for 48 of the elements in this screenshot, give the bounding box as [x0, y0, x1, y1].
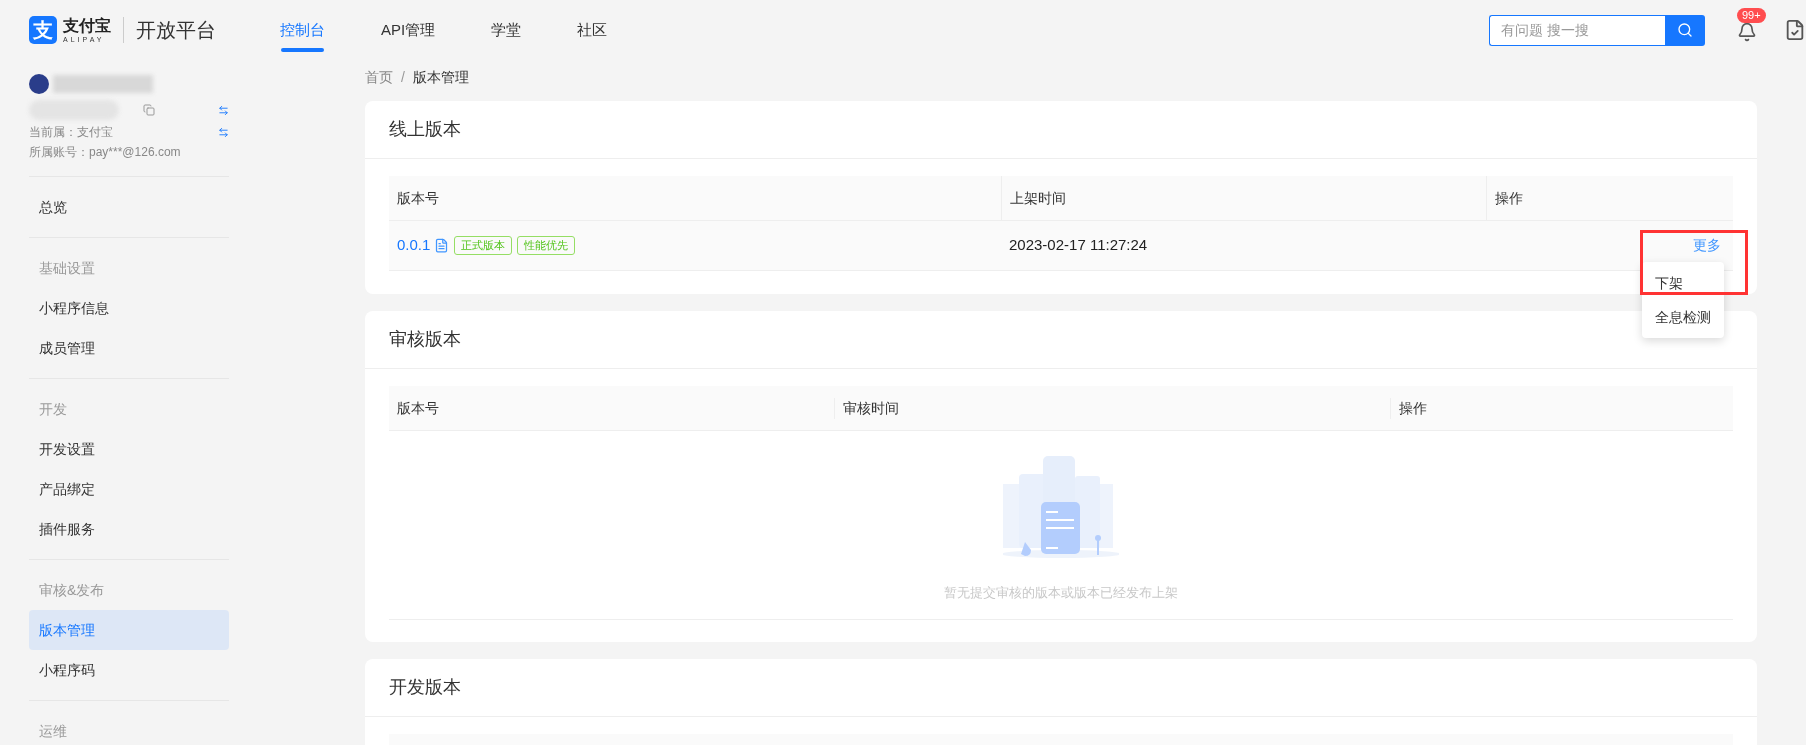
- card-title: 线上版本: [389, 118, 461, 141]
- search-field[interactable]: 有问题 搜一搜: [1489, 14, 1665, 46]
- organization-text: 当前属：支付宝: [29, 124, 113, 141]
- column-header: 审核时间: [843, 398, 899, 418]
- account-email: 所属账号：pay***@126.com: [29, 144, 181, 161]
- column-header: 上架时间: [1010, 189, 1066, 208]
- sidebar-item[interactable]: 小程序信息: [29, 288, 229, 328]
- switch-icon[interactable]: [218, 126, 229, 138]
- platform-title: 开放平台: [136, 18, 216, 43]
- nav-tab[interactable]: 学堂: [487, 0, 526, 60]
- logo-mark: 支: [29, 16, 57, 44]
- table-cell: 2023-02-17 11:27:24: [1009, 236, 1148, 254]
- document-icon[interactable]: [434, 238, 450, 253]
- switch-icon[interactable]: [218, 104, 229, 116]
- sidebar-item[interactable]: 小程序码: [29, 650, 229, 690]
- menu-group-title: 运维: [39, 721, 67, 741]
- copy-icon[interactable]: [143, 104, 155, 116]
- logo-name: 支付宝: [63, 17, 111, 34]
- menu-group-title: 审核&发布: [39, 580, 105, 600]
- notification-badge: 99+: [1737, 8, 1766, 23]
- search-icon: [1677, 22, 1693, 38]
- sidebar-item[interactable]: 成员管理: [29, 328, 229, 368]
- card-title: 开发版本: [389, 676, 461, 699]
- column-header: 操作: [1495, 189, 1523, 208]
- menu-item[interactable]: 全息检测: [1642, 300, 1724, 334]
- tag: 性能优先: [517, 236, 576, 255]
- nav-tab[interactable]: API管理: [377, 0, 440, 60]
- menu-item[interactable]: 下架: [1642, 266, 1724, 300]
- column-header: 版本号: [397, 189, 439, 208]
- column-header: 版本号: [397, 398, 439, 418]
- bell-icon[interactable]: [1737, 22, 1757, 42]
- tag: 正式版本: [454, 236, 513, 255]
- sidebar-item[interactable]: 产品绑定: [29, 469, 229, 509]
- breadcrumb-item: 版本管理: [412, 67, 469, 87]
- avatar: [29, 74, 49, 94]
- sidebar-item[interactable]: 插件服务: [29, 509, 229, 549]
- document-check-icon[interactable]: [1784, 19, 1806, 41]
- nav-tab[interactable]: 控制台: [276, 0, 329, 60]
- column-header: 操作: [1399, 398, 1427, 418]
- card-title: 审核版本: [389, 328, 461, 351]
- nav-tab[interactable]: 社区: [573, 0, 612, 60]
- breadcrumb-separator: /: [401, 67, 405, 87]
- menu-group-title: 基础设置: [39, 258, 95, 278]
- sidebar-item[interactable]: 开发设置: [29, 429, 229, 469]
- version-link[interactable]: 0.0.1: [397, 234, 431, 257]
- menu-group-title: 开发: [39, 399, 67, 419]
- sidebar-item[interactable]: 总览: [29, 187, 229, 227]
- search-button[interactable]: [1665, 14, 1705, 46]
